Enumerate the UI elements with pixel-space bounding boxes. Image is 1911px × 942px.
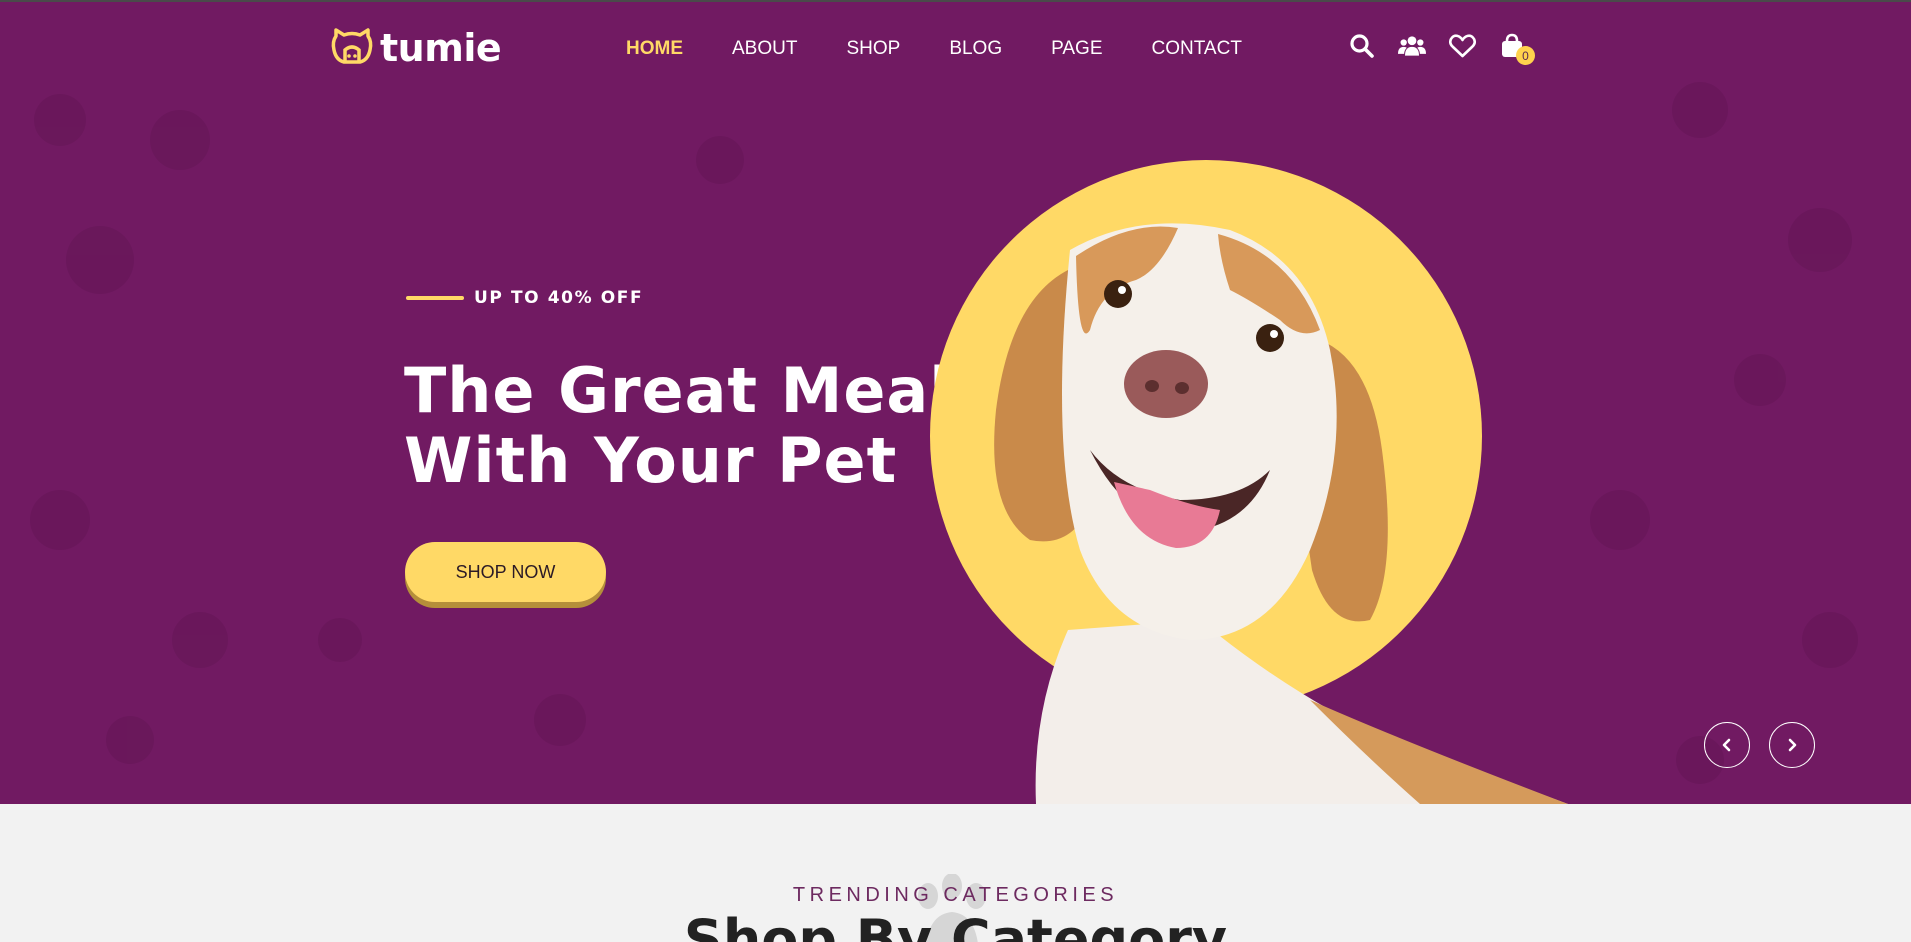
search-icon[interactable]	[1348, 32, 1376, 60]
slider-prev-button[interactable]	[1704, 722, 1750, 768]
slider-next-button[interactable]	[1769, 722, 1815, 768]
hero-banner: tumie HOME ABOUT SHOP BLOG PAGE CONTACT …	[0, 0, 1911, 804]
brand-name: tumie	[380, 26, 502, 70]
headline-line-2: With Your Pet	[404, 424, 898, 497]
users-icon[interactable]	[1398, 32, 1426, 60]
nav-item-blog[interactable]: BLOG	[949, 38, 1002, 60]
header-actions: 0	[1348, 32, 1535, 65]
happy-dog-photo	[930, 160, 1568, 804]
nav-item-shop[interactable]: SHOP	[846, 38, 900, 60]
heart-icon[interactable]	[1448, 32, 1476, 60]
brand-logo[interactable]: tumie	[330, 26, 502, 70]
nav-item-page[interactable]: PAGE	[1051, 38, 1102, 60]
nav-item-about[interactable]: ABOUT	[732, 38, 797, 60]
headline-line-1: The Great Meal	[404, 354, 952, 427]
main-nav: HOME ABOUT SHOP BLOG PAGE CONTACT	[626, 38, 1291, 60]
cart-count-badge: 0	[1516, 46, 1535, 65]
promo-tag: UP TO 40% OFF	[406, 288, 643, 308]
chevron-left-icon	[1722, 738, 1731, 752]
shopping-bag-icon[interactable]: 0	[1498, 32, 1535, 65]
categories-title: Shop By Category	[683, 908, 1228, 942]
chevron-right-icon	[1788, 738, 1797, 752]
nav-item-contact[interactable]: CONTACT	[1152, 38, 1242, 60]
promo-tag-text: UP TO 40% OFF	[474, 288, 644, 308]
top-border	[0, 0, 1911, 2]
cat-face-logo-icon	[330, 26, 374, 70]
nav-item-home[interactable]: HOME	[626, 38, 683, 60]
tag-divider	[406, 296, 464, 300]
hero-headline: The Great Meal With Your Pet	[404, 354, 952, 497]
shop-now-button[interactable]: SHOP NOW	[405, 542, 606, 602]
categories-subtitle: TRENDING CATEGORIES	[792, 884, 1119, 906]
